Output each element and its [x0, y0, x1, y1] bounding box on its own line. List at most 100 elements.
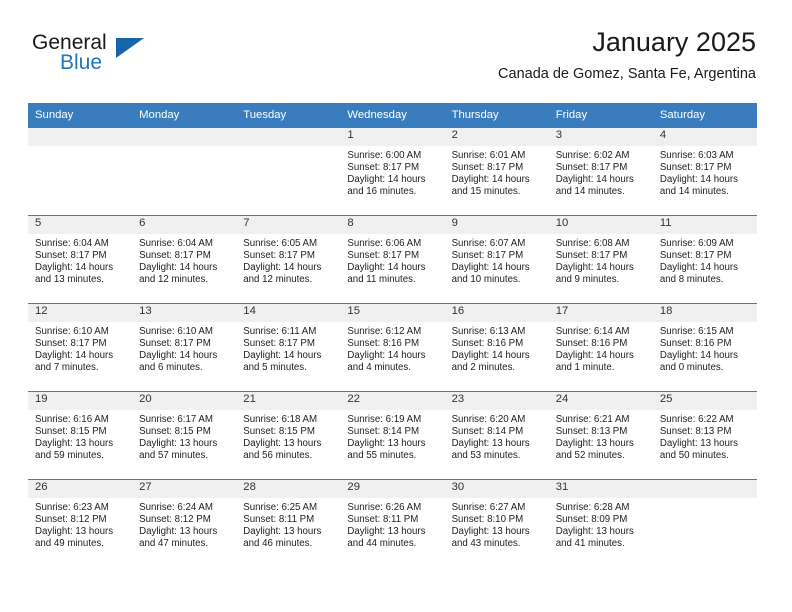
calendar-day-cell[interactable]: [652, 479, 757, 567]
calendar-day-cell[interactable]: 28 Sunrise: 6:25 AM Sunset: 8:11 PM Dayligh…: [236, 479, 341, 567]
calendar-day-cell[interactable]: 14 Sunrise: 6:11 AM Sunset: 8:17 PM Dayligh…: [236, 303, 341, 391]
daylight-text-line2: and 14 minutes.: [555, 185, 625, 197]
day-number: [28, 128, 133, 146]
day-number: 7: [236, 216, 341, 234]
daylight-text-line1: Daylight: 14 hours: [139, 261, 218, 273]
sunset-text: Sunset: 8:16 PM: [451, 337, 524, 349]
calendar-page: General Blue January 2025 Canada de Gome…: [0, 0, 792, 612]
calendar-day-cell[interactable]: 16 Sunrise: 6:13 AM Sunset: 8:16 PM Dayligh…: [444, 303, 549, 391]
daylight-text-line1: Daylight: 14 hours: [347, 173, 426, 185]
calendar-day-cell[interactable]: 17 Sunrise: 6:14 AM Sunset: 8:16 PM Dayligh…: [548, 303, 653, 391]
daylight-text-line2: and 7 minutes.: [35, 361, 99, 373]
daylight-text-line1: Daylight: 14 hours: [659, 349, 738, 361]
weekday-header-wednesday: Wednesday: [340, 103, 445, 127]
calendar-day-cell[interactable]: 6 Sunrise: 6:04 AM Sunset: 8:17 PM Daylight…: [132, 215, 237, 303]
sunset-text: Sunset: 8:13 PM: [659, 425, 732, 437]
calendar-day-cell[interactable]: [236, 127, 341, 215]
sunrise-text: Sunrise: 6:10 AM: [139, 326, 213, 337]
calendar-day-cell[interactable]: 13 Sunrise: 6:10 AM Sunset: 8:17 PM Dayligh…: [132, 303, 237, 391]
weekday-header-tuesday: Tuesday: [236, 103, 341, 127]
sunrise-text: Sunrise: 6:08 AM: [555, 238, 630, 249]
sunrise-text: Sunrise: 6:00 AM: [347, 150, 422, 161]
day-number: 29: [340, 480, 445, 498]
calendar-day-cell[interactable]: 21 Sunrise: 6:18 AM Sunset: 8:15 PM Dayligh…: [236, 391, 341, 479]
daylight-text-line1: Daylight: 14 hours: [451, 173, 530, 185]
calendar-day-cell[interactable]: 18 Sunrise: 6:15 AM Sunset: 8:16 PM Dayligh…: [652, 303, 757, 391]
calendar-day-cell[interactable]: 20 Sunrise: 6:17 AM Sunset: 8:15 PM Dayligh…: [132, 391, 237, 479]
calendar-day-cell[interactable]: 3 Sunrise: 6:02 AM Sunset: 8:17 PM Daylight…: [548, 127, 653, 215]
daylight-text-line2: and 46 minutes.: [243, 537, 313, 549]
calendar-day-cell[interactable]: 9 Sunrise: 6:07 AM Sunset: 8:17 PM Daylight…: [444, 215, 549, 303]
sunrise-text: Sunrise: 6:11 AM: [243, 326, 317, 337]
daylight-text-line2: and 56 minutes.: [243, 449, 313, 461]
daylight-text-line2: and 0 minutes.: [659, 361, 724, 373]
daylight-text-line2: and 57 minutes.: [139, 449, 209, 461]
calendar-day-cell[interactable]: 30 Sunrise: 6:27 AM Sunset: 8:10 PM Dayligh…: [444, 479, 549, 567]
day-number: [652, 480, 757, 498]
daylight-text-line1: Daylight: 13 hours: [555, 437, 634, 449]
calendar-day-cell[interactable]: 8 Sunrise: 6:06 AM Sunset: 8:17 PM Daylight…: [340, 215, 445, 303]
daylight-text-line2: and 15 minutes.: [451, 185, 521, 197]
day-number: 2: [444, 128, 549, 146]
sunset-text: Sunset: 8:17 PM: [555, 249, 628, 261]
sunrise-text: Sunrise: 6:04 AM: [35, 238, 109, 249]
title-block: January 2025 Canada de Gomez, Santa Fe, …: [498, 26, 756, 84]
sunset-text: Sunset: 8:17 PM: [243, 337, 315, 349]
calendar-day-cell[interactable]: 4 Sunrise: 6:03 AM Sunset: 8:17 PM Daylight…: [652, 127, 757, 215]
sunrise-text: Sunrise: 6:10 AM: [35, 326, 109, 337]
calendar-day-cell[interactable]: 7 Sunrise: 6:05 AM Sunset: 8:17 PM Daylight…: [236, 215, 341, 303]
calendar-day-cell[interactable]: 15 Sunrise: 6:12 AM Sunset: 8:16 PM Dayligh…: [340, 303, 445, 391]
sunset-text: Sunset: 8:17 PM: [659, 249, 732, 261]
sunset-text: Sunset: 8:17 PM: [35, 249, 107, 261]
calendar-day-cell[interactable]: [28, 127, 133, 215]
sunset-text: Sunset: 8:17 PM: [451, 249, 524, 261]
daylight-text-line2: and 10 minutes.: [451, 273, 521, 285]
daylight-text-line2: and 44 minutes.: [347, 537, 417, 549]
daylight-text-line2: and 50 minutes.: [659, 449, 729, 461]
daylight-text-line1: Daylight: 14 hours: [347, 349, 426, 361]
daylight-text-line1: Daylight: 14 hours: [35, 349, 114, 361]
calendar-day-cell[interactable]: 24 Sunrise: 6:21 AM Sunset: 8:13 PM Dayligh…: [548, 391, 653, 479]
sunrise-text: Sunrise: 6:05 AM: [243, 238, 318, 249]
calendar-day-cell[interactable]: 10 Sunrise: 6:08 AM Sunset: 8:17 PM Dayligh…: [548, 215, 653, 303]
sunrise-text: Sunrise: 6:02 AM: [555, 150, 630, 161]
day-number: 28: [236, 480, 341, 498]
calendar-day-cell[interactable]: 23 Sunrise: 6:20 AM Sunset: 8:14 PM Dayligh…: [444, 391, 549, 479]
calendar-day-cell[interactable]: 1 Sunrise: 6:00 AM Sunset: 8:17 PM Daylight…: [340, 127, 445, 215]
daylight-text-line2: and 8 minutes.: [659, 273, 724, 285]
calendar-day-cell[interactable]: 31 Sunrise: 6:28 AM Sunset: 8:09 PM Dayligh…: [548, 479, 653, 567]
calendar-day-cell[interactable]: 26 Sunrise: 6:23 AM Sunset: 8:12 PM Dayligh…: [28, 479, 133, 567]
sunrise-text: Sunrise: 6:25 AM: [243, 502, 318, 513]
general-blue-logo[interactable]: General Blue: [28, 31, 228, 91]
calendar-day-cell[interactable]: [132, 127, 237, 215]
day-number: [132, 128, 237, 146]
daylight-text-line1: Daylight: 13 hours: [347, 525, 426, 537]
calendar-day-cell[interactable]: 12 Sunrise: 6:10 AM Sunset: 8:17 PM Dayligh…: [28, 303, 133, 391]
daylight-text-line1: Daylight: 14 hours: [139, 349, 218, 361]
calendar-day-cell[interactable]: 27 Sunrise: 6:24 AM Sunset: 8:12 PM Dayligh…: [132, 479, 237, 567]
daylight-text-line1: Daylight: 13 hours: [555, 525, 634, 537]
calendar-table: Sunday Monday Tuesday Wednesday Thursday…: [28, 103, 757, 567]
calendar-day-cell[interactable]: 11 Sunrise: 6:09 AM Sunset: 8:17 PM Dayligh…: [652, 215, 757, 303]
day-number: 21: [236, 392, 341, 410]
calendar-day-cell[interactable]: 2 Sunrise: 6:01 AM Sunset: 8:17 PM Daylight…: [444, 127, 549, 215]
weekday-header-sunday: Sunday: [28, 103, 133, 127]
page-title: January 2025: [592, 27, 756, 57]
calendar-day-cell[interactable]: 29 Sunrise: 6:26 AM Sunset: 8:11 PM Dayligh…: [340, 479, 445, 567]
daylight-text-line2: and 12 minutes.: [139, 273, 209, 285]
daylight-text-line1: Daylight: 14 hours: [243, 261, 322, 273]
calendar-day-cell[interactable]: 22 Sunrise: 6:19 AM Sunset: 8:14 PM Dayligh…: [340, 391, 445, 479]
sunset-text: Sunset: 8:13 PM: [555, 425, 628, 437]
calendar-day-cell[interactable]: 25 Sunrise: 6:22 AM Sunset: 8:13 PM Dayligh…: [652, 391, 757, 479]
sunset-text: Sunset: 8:17 PM: [35, 337, 107, 349]
daylight-text-line2: and 49 minutes.: [35, 537, 104, 549]
day-number: 9: [444, 216, 549, 234]
logo-triangle-icon: [116, 38, 144, 58]
sunset-text: Sunset: 8:10 PM: [451, 513, 524, 525]
sunset-text: Sunset: 8:09 PM: [555, 513, 628, 525]
daylight-text-line1: Daylight: 14 hours: [35, 261, 114, 273]
calendar-day-cell[interactable]: 5 Sunrise: 6:04 AM Sunset: 8:17 PM Daylight…: [28, 215, 133, 303]
sunrise-text: Sunrise: 6:17 AM: [139, 414, 213, 425]
calendar-day-cell[interactable]: 19 Sunrise: 6:16 AM Sunset: 8:15 PM Dayligh…: [28, 391, 133, 479]
day-number: 6: [132, 216, 237, 234]
